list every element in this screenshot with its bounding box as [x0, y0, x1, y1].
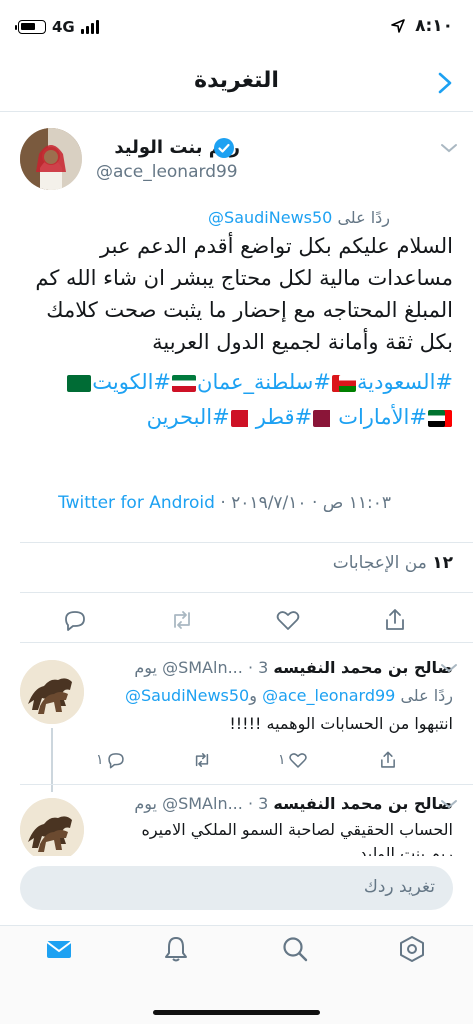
avatar-image: [20, 128, 82, 190]
chevron-down-icon[interactable]: [440, 798, 458, 810]
reply-composer[interactable]: [20, 866, 453, 910]
reply-to-prefix: ردًا على: [337, 208, 390, 227]
tweet-date: ٢٠١٩/٧/١٠: [231, 493, 307, 513]
avatar[interactable]: [20, 128, 82, 190]
reply-text: الحساب الحقيقي لصاحبة السمو الملكي الامي…: [141, 820, 453, 839]
location-arrow-icon: [391, 19, 405, 33]
chevron-down-icon[interactable]: [440, 142, 458, 154]
qatar-flag-icon: [313, 409, 338, 427]
reply-author-name[interactable]: صالح بن محمد النفيسه: [273, 658, 453, 677]
reply-separator: ·: [247, 794, 254, 813]
tab-bar: [0, 925, 473, 1024]
share-button[interactable]: [378, 750, 398, 770]
verified-badge-icon: [214, 138, 234, 158]
settings-hexagon-icon[interactable]: [397, 934, 427, 964]
retweet-button[interactable]: [192, 750, 212, 770]
share-icon: [381, 751, 395, 768]
reply-count: ١: [96, 752, 104, 768]
hashtag[interactable]: #الأمارات: [338, 405, 427, 429]
like-heart-icon[interactable]: [275, 607, 301, 633]
reply-icon[interactable]: [62, 607, 88, 633]
status-right: ٨:١٠: [391, 16, 453, 36]
reply-to-prefix: ردًا على: [400, 686, 453, 705]
chevron-down-icon[interactable]: [440, 662, 458, 674]
author-handle[interactable]: @ace_leonard99: [96, 162, 238, 182]
hashtag[interactable]: #سلطنة_عمان: [197, 370, 331, 394]
reply-input[interactable]: [55, 877, 435, 897]
hashtag[interactable]: #قطر: [256, 405, 312, 429]
reply-author-handle[interactable]: @SMAln...: [162, 658, 243, 677]
reply-author: صالح بن محمد النفيسه @SMAln... · 3 يوم: [134, 794, 453, 813]
reply-author-name[interactable]: صالح بن محمد النفيسه: [273, 794, 453, 813]
main-tweet: ريم بنت الوليد @ace_leonard99 ردًا على @…: [0, 112, 473, 542]
reply-avatar[interactable]: [20, 660, 84, 724]
tweet-text: السلام عليكم بكل تواضع أقدم الدعم عبر مس…: [35, 234, 453, 354]
reply-button[interactable]: ١: [96, 750, 126, 770]
hashtag[interactable]: #الكويت: [92, 370, 171, 394]
like-heart-icon: [288, 753, 307, 768]
reply-to-line: ردًا على @SaudiNews50: [208, 208, 390, 227]
tweet-meta: ١١:٠٣ ص · ٢٠١٩/٧/١٠ · Twitter for Androi…: [58, 493, 391, 513]
retweet-icon: [195, 753, 209, 767]
horse-avatar-image: [20, 798, 84, 856]
kuwait-flag-icon: [172, 374, 197, 392]
likes-text: ١٢ من الإعجابات: [333, 553, 453, 573]
saudi-flag-icon: [67, 374, 92, 392]
meta-separator: ·: [311, 493, 318, 513]
likes-count: ١٢: [432, 553, 453, 573]
search-icon[interactable]: [280, 934, 310, 964]
back-chevron-icon[interactable]: [431, 69, 459, 97]
hashtag[interactable]: #البحرين: [147, 405, 230, 429]
home-indicator: [153, 1010, 320, 1015]
thread-line: [51, 728, 53, 792]
page-title: التغريدة: [194, 68, 279, 93]
nav-header: التغريدة: [0, 56, 473, 112]
status-left: 4G: [15, 18, 99, 36]
reply-author: صالح بن محمد النفيسه @SMAln... · 3 يوم: [134, 658, 453, 677]
reply-author-handle[interactable]: @SMAln...: [162, 794, 243, 813]
bahrain-flag-icon: [230, 409, 255, 427]
reply-icon: [107, 753, 124, 769]
reply-text: انتبهوا من الحسابات الوهميه !!!!!: [229, 714, 453, 733]
reply-mention[interactable]: @SaudiNews50: [125, 686, 249, 705]
reply-tweet[interactable]: صالح بن محمد النفيسه @SMAln... · 3 يوم ا…: [0, 784, 473, 856]
horse-avatar-image: [20, 660, 84, 724]
likes-label: من الإعجابات: [332, 553, 427, 573]
reply-tweet[interactable]: صالح بن محمد النفيسه @SMAln... · 3 يوم ر…: [0, 642, 473, 782]
reply-text: ريم بنت الوليد: [359, 844, 453, 856]
oman-flag-icon: [332, 374, 356, 392]
reply-connector: و: [249, 686, 257, 705]
share-icon[interactable]: [382, 607, 408, 633]
bell-icon[interactable]: [161, 934, 191, 964]
clock: ٨:١٠: [415, 16, 453, 36]
reply-separator: ·: [247, 658, 254, 677]
battery-icon: [15, 20, 46, 34]
reply-to-mention[interactable]: @SaudiNews50: [208, 208, 332, 227]
like-count: ١: [278, 752, 286, 768]
signal-icon: [80, 20, 99, 34]
tweet-source[interactable]: Twitter for Android: [58, 493, 215, 513]
mail-icon[interactable]: [44, 934, 74, 964]
network-label: 4G: [52, 18, 75, 36]
uae-flag-icon: [428, 409, 452, 427]
reply-avatar[interactable]: [20, 798, 84, 856]
tweet-action-bar: [20, 592, 473, 642]
tweet-time: ١١:٠٣ ص: [322, 493, 391, 513]
reply-to-line: ردًا على @ace_leonard99 و@SaudiNews50: [125, 686, 453, 705]
status-bar: 4G ٨:١٠: [0, 0, 473, 56]
reply-action-bar: ١ ١: [96, 750, 436, 774]
retweet-icon[interactable]: [169, 607, 195, 633]
likes-summary[interactable]: ١٢ من الإعجابات: [20, 542, 473, 582]
hashtag[interactable]: #السعودية: [357, 370, 453, 394]
meta-separator: ·: [220, 493, 226, 513]
hashtags: #السعودية #سلطنة_عمان #الكويت #الأمارات #قط…: [18, 365, 453, 435]
reply-mention[interactable]: @ace_leonard99: [262, 686, 395, 705]
like-button[interactable]: ١: [278, 750, 308, 770]
